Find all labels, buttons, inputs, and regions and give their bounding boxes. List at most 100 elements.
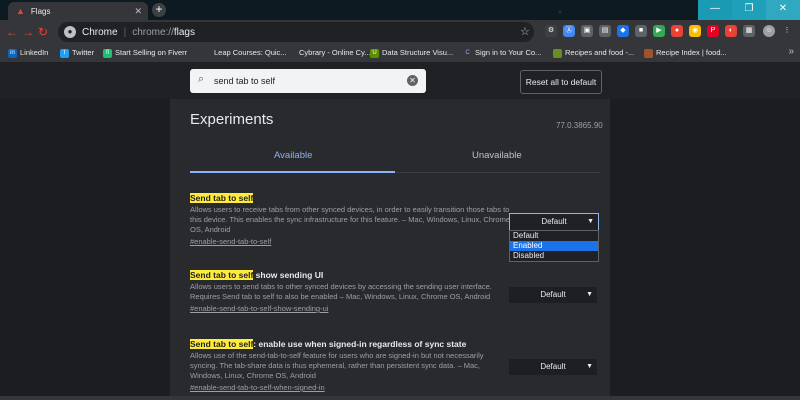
experiment-name-rest: show sending UI <box>253 270 324 280</box>
option-disabled[interactable]: Disabled <box>510 251 598 261</box>
tab-available[interactable]: Available <box>274 150 312 161</box>
recipe-index-icon <box>644 48 653 58</box>
bookmark-label: Twitter <box>72 48 95 57</box>
url-path: flags <box>173 26 195 38</box>
chevron-down-icon: ▼ <box>586 363 593 370</box>
bookmarks-bar: in LinkedIn t Twitter fi Start Selling on F… <box>0 44 800 63</box>
bookmark-sign-in[interactable]: C Sign in to Your Co... <box>463 48 541 58</box>
bookmarks-overflow-icon[interactable]: » <box>788 46 794 57</box>
menu-kebab-icon[interactable]: ⋮ <box>781 25 793 37</box>
active-tab-indicator <box>190 171 395 173</box>
search-box: ⌕ ✕ <box>190 69 426 93</box>
address-bar[interactable]: ● Chrome | chrome://flags <box>58 22 534 42</box>
bookmark-label: Start Selling on Fiverr <box>115 48 188 57</box>
clear-search-icon[interactable]: ✕ <box>407 75 418 86</box>
experiment-item: Send tab to self: enable use when signed… <box>190 339 510 393</box>
bookmark-recipes[interactable]: Recipes and food -... <box>553 48 634 58</box>
experiment-name: Send tab to self: enable use when signed… <box>190 339 510 349</box>
select-options-menu: Default Enabled Disabled <box>509 230 599 262</box>
bookmark-label: Data Structure Visu... <box>382 48 454 57</box>
experiment-description: Allows use of the send-tab-to-self featu… <box>190 351 484 380</box>
omnibox-separator: | <box>123 26 127 38</box>
page-title: Experiments <box>190 111 274 128</box>
experiment-name: Send tab to self show sending UI <box>190 270 510 280</box>
extension-icon[interactable]: ■ <box>635 25 647 37</box>
experiment-name-rest: : enable use when signed-in regardless o… <box>253 339 467 349</box>
bookmark-label: LinkedIn <box>20 48 49 57</box>
back-icon[interactable]: ← <box>6 25 18 39</box>
extension-icon[interactable]: ⚙ <box>545 25 557 37</box>
experiment-link[interactable]: #enable-send-tab-to-self-show-sending-ui <box>190 304 510 314</box>
minimize-button[interactable]: — <box>698 0 732 20</box>
bookmark-cybrary[interactable]: Cybrary - Online Cy... <box>287 48 371 58</box>
extension-icon[interactable]: ◆ <box>617 25 629 37</box>
bookmark-label: Recipes and food -... <box>565 48 635 57</box>
twitter-icon: t <box>60 48 69 58</box>
fiverr-icon: fi <box>103 48 112 58</box>
extension-icon[interactable]: ◐ <box>725 25 737 37</box>
c-icon: C <box>463 48 472 58</box>
experiment-link[interactable]: #enable-send-tab-to-self <box>190 237 510 247</box>
cybrary-icon <box>287 48 296 58</box>
forward-icon[interactable]: → <box>22 25 34 39</box>
experiment-select[interactable]: Default ▼ <box>509 287 597 303</box>
select-value: Default <box>541 217 567 226</box>
extension-icon[interactable]: ▦ <box>743 25 755 37</box>
option-default[interactable]: Default <box>510 231 598 241</box>
linkedin-icon: in <box>8 48 17 58</box>
close-window-button[interactable]: ✕ <box>766 0 800 20</box>
chrome-logo-icon: ● <box>64 26 76 38</box>
usf-icon: U <box>370 48 379 58</box>
search-highlight: Send tab to self <box>190 270 254 280</box>
search-input[interactable] <box>214 73 394 89</box>
reload-icon[interactable]: ↻ <box>38 25 48 39</box>
omnibox-chrome-label: Chrome <box>82 26 118 38</box>
bookmark-fiverr[interactable]: fi Start Selling on Fiverr <box>103 48 187 58</box>
bookmark-data-structure[interactable]: U Data Structure Visu... <box>370 48 453 58</box>
search-highlight: Send tab to self <box>190 193 254 203</box>
experiment-item: Send tab to self Allows users to receive… <box>190 193 510 247</box>
bookmark-label: Sign in to Your Co... <box>475 48 542 57</box>
extension-icon[interactable]: Ⓐ <box>563 25 575 37</box>
browser-tab-flags[interactable]: ▲ Flags ✕ <box>8 2 148 20</box>
chevron-down-icon: ▼ <box>587 218 594 225</box>
flags-favicon-icon: ▲ <box>16 6 25 16</box>
experiment-select[interactable]: Default ▼ <box>509 213 599 231</box>
bookmark-linkedin[interactable]: in LinkedIn <box>8 48 48 58</box>
tab-close-icon[interactable]: ✕ <box>134 6 142 17</box>
maximize-button[interactable]: ❐ <box>732 0 766 20</box>
experiment-select[interactable]: Default ▼ <box>509 359 597 375</box>
extension-icon[interactable]: ▣ <box>581 25 593 37</box>
experiment-description: Allows users to receive tabs from other … <box>190 205 511 234</box>
experiment-description: Allows users to send tabs to other synce… <box>190 282 492 301</box>
select-value: Default <box>540 362 566 371</box>
bookmark-recipe-index[interactable]: Recipe Index | food... <box>644 48 727 58</box>
tab-title: Flags <box>30 6 51 16</box>
right-gutter <box>610 99 800 400</box>
version-label: 77.0.3865.90 <box>556 121 603 130</box>
extension-icon[interactable]: ▶ <box>653 25 665 37</box>
new-tab-button[interactable]: + <box>152 3 166 17</box>
bookmark-label: Leap Courses: Quic... <box>214 48 287 57</box>
left-gutter <box>0 99 170 400</box>
tab-unavailable[interactable]: Unavailable <box>472 150 522 161</box>
extension-icon[interactable]: P <box>707 25 719 37</box>
bookmark-star-icon[interactable]: ☆ <box>520 25 530 38</box>
select-value: Default <box>540 290 566 299</box>
option-enabled[interactable]: Enabled <box>510 241 598 251</box>
title-bar: ▲ Flags ✕ + — ❐ ✕ <box>0 0 800 20</box>
profile-avatar[interactable]: ☺ <box>763 25 775 37</box>
search-icon: ⌕ <box>198 73 205 85</box>
extension-icon[interactable]: ◉ <box>689 25 701 37</box>
reset-all-button[interactable]: Reset all to default <box>520 70 602 94</box>
search-highlight: Send tab to self <box>190 339 254 349</box>
extension-icon[interactable]: ● <box>671 25 683 37</box>
bookmark-twitter[interactable]: t Twitter <box>60 48 94 58</box>
bookmark-label: Cybrary - Online Cy... <box>299 48 371 57</box>
chevron-down-icon: ▼ <box>586 291 593 298</box>
browser-toolbar: ← → ↻ ● Chrome | chrome://flags ☆ ⚙ Ⓐ ▣ … <box>0 20 800 44</box>
experiment-link[interactable]: #enable-send-tab-to-self-when-signed-in <box>190 383 510 393</box>
bookmark-leap[interactable]: Leap Courses: Quic... <box>202 48 287 58</box>
extension-icon[interactable]: ▤ <box>599 25 611 37</box>
window-bottom-edge <box>0 396 800 400</box>
